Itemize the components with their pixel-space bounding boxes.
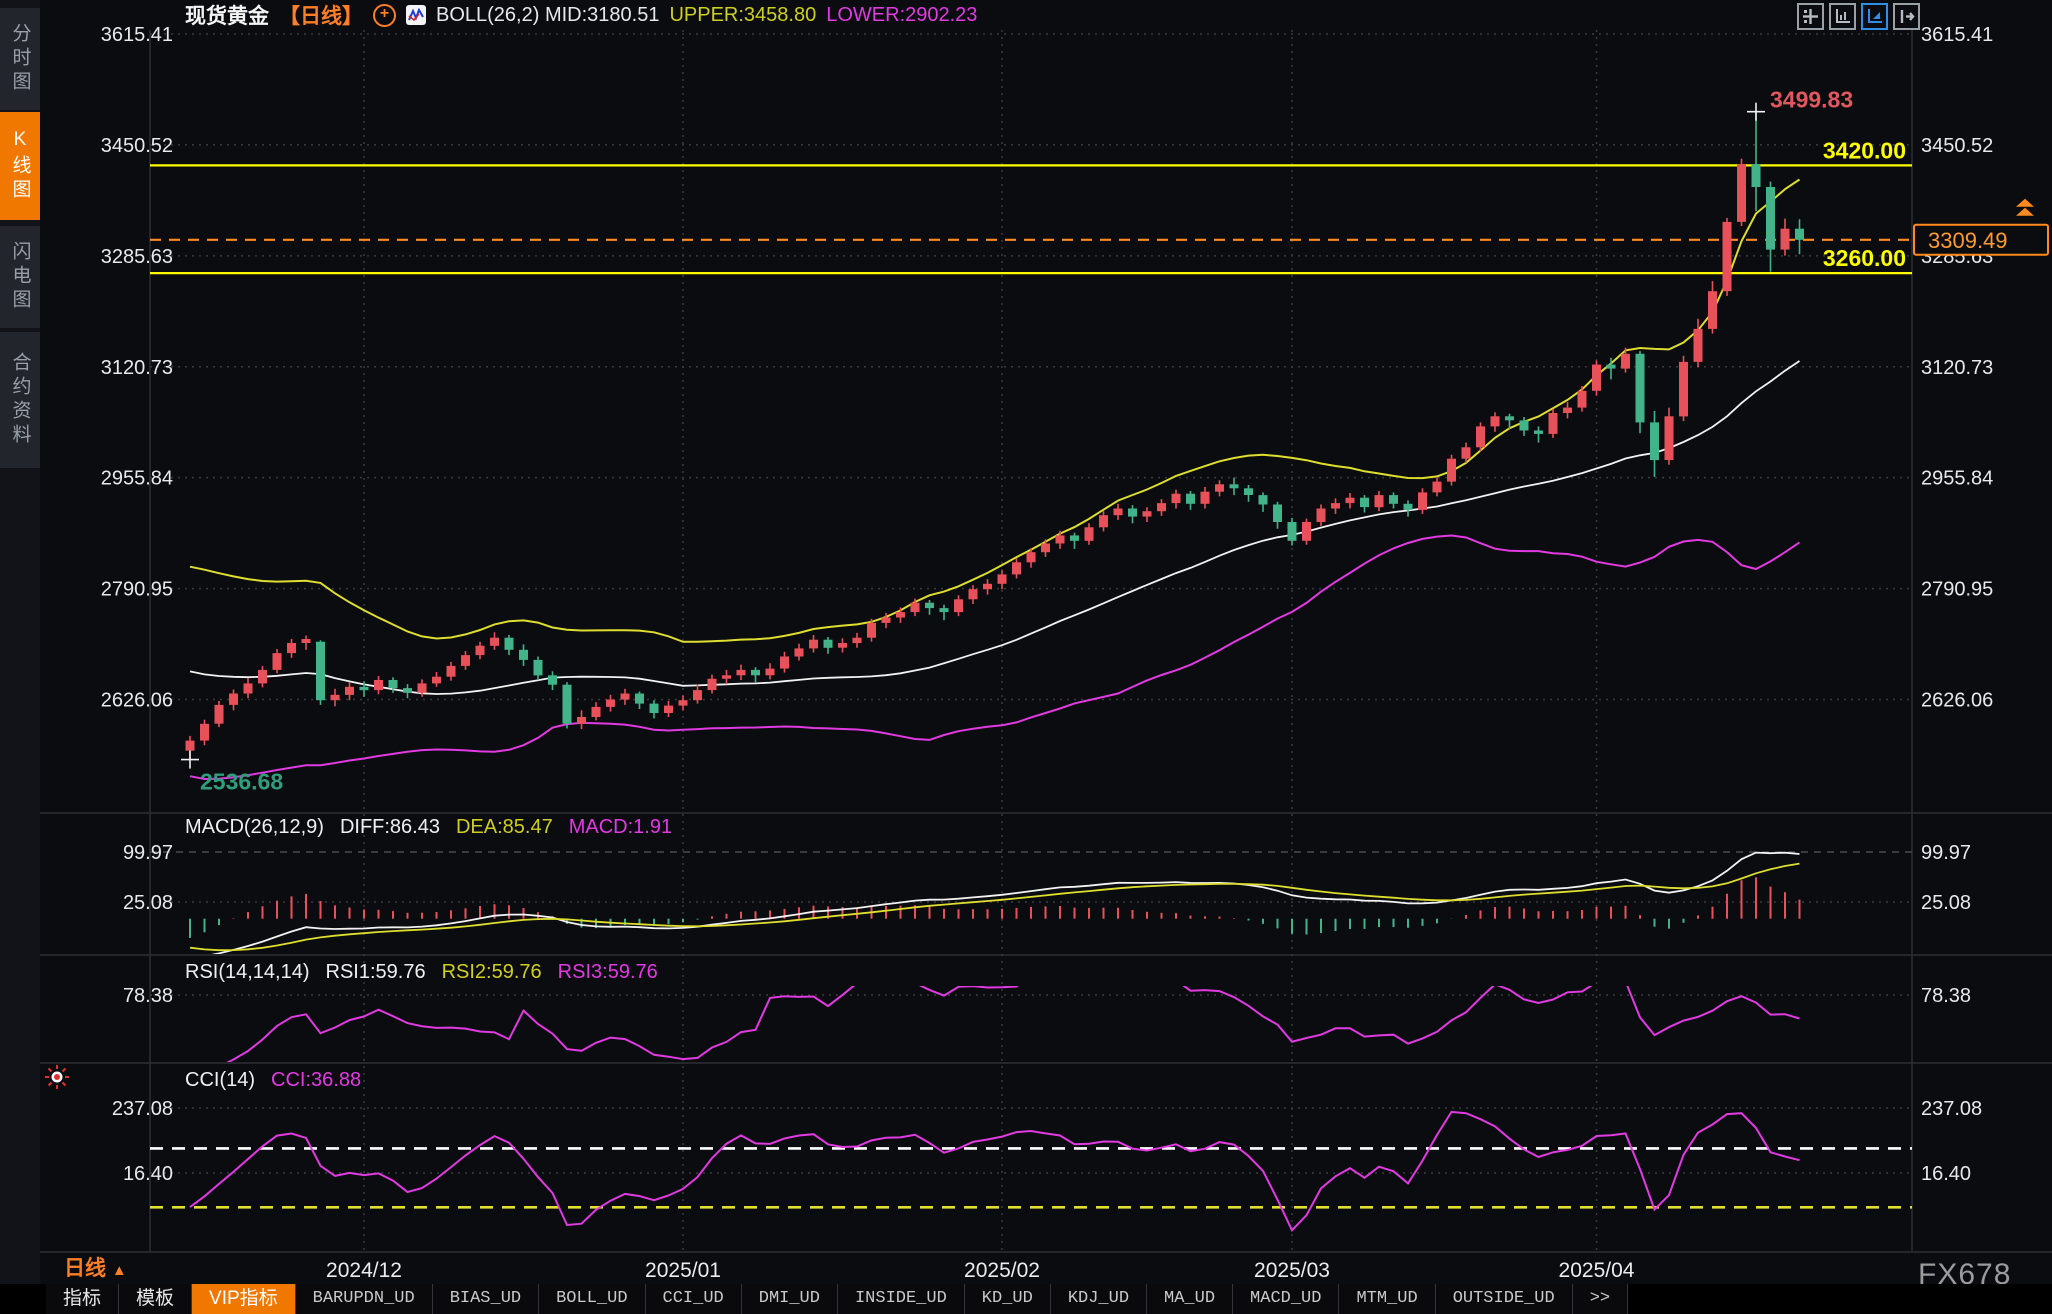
svg-text:3450.52: 3450.52 bbox=[101, 135, 173, 157]
svg-text:16.40: 16.40 bbox=[123, 1163, 173, 1185]
tab-bias-ud[interactable]: BIAS_UD bbox=[433, 1284, 539, 1314]
tab-template[interactable]: 模板 bbox=[119, 1284, 192, 1314]
chevron-up-icon: ▲ bbox=[112, 1262, 127, 1279]
svg-text:3615.41: 3615.41 bbox=[1921, 24, 1993, 46]
add-indicator-icon[interactable]: + bbox=[373, 4, 396, 27]
svg-text:78.38: 78.38 bbox=[123, 985, 173, 1007]
symbol-title: 现货黄金 bbox=[185, 0, 269, 30]
tab-boll-ud[interactable]: BOLL_UD bbox=[539, 1284, 645, 1314]
trading-app-window: { "header": { "title": "现货黄金", "period_t… bbox=[0, 0, 2052, 1314]
sidebar-item-kline-chart[interactable]: K线图 bbox=[0, 112, 40, 220]
rsi3-value: RSI3:59.76 bbox=[558, 961, 658, 984]
svg-text:3260.00: 3260.00 bbox=[1823, 245, 1906, 271]
tab-vip-indicator[interactable]: VIP指标 bbox=[192, 1284, 296, 1314]
svg-text:3309.49: 3309.49 bbox=[1928, 228, 2008, 253]
macd-macd-value: MACD:1.91 bbox=[569, 816, 672, 839]
indicator-tab-bar: 指标 模板 VIP指标 BARUPDN_UD BIAS_UD BOLL_UD C… bbox=[0, 1284, 2052, 1314]
svg-text:3285.63: 3285.63 bbox=[101, 246, 173, 268]
cci-value: CCI:36.88 bbox=[271, 1069, 361, 1092]
tab-kdj-ud[interactable]: KDJ_UD bbox=[1051, 1284, 1147, 1314]
svg-text:99.97: 99.97 bbox=[1921, 842, 1971, 864]
svg-text:2024/12: 2024/12 bbox=[326, 1259, 402, 1282]
svg-text:2955.84: 2955.84 bbox=[1921, 468, 1993, 490]
rsi1-value: RSI1:59.76 bbox=[326, 961, 426, 984]
macd-name-label: MACD(26,12,9) bbox=[185, 816, 324, 839]
svg-text:237.08: 237.08 bbox=[1921, 1098, 1982, 1120]
tab-barupdn-ud[interactable]: BARUPDN_UD bbox=[296, 1284, 433, 1314]
period-label: 日线 bbox=[64, 1257, 106, 1280]
tabbar-spacer bbox=[0, 1284, 46, 1314]
rsi2-value: RSI2:59.76 bbox=[442, 961, 542, 984]
svg-text:2025/01: 2025/01 bbox=[645, 1259, 721, 1282]
svg-text:2626.06: 2626.06 bbox=[1921, 690, 1993, 712]
chart-header: 现货黄金 【日线】 + BOLL(26,2) MID:3180.51 UPPER… bbox=[185, 2, 977, 28]
period-selector[interactable]: 日线 ▲ bbox=[64, 1252, 127, 1282]
sidebar-item-lightning-chart[interactable]: 闪电图 bbox=[0, 226, 40, 328]
svg-text:2025/04: 2025/04 bbox=[1559, 1259, 1635, 1282]
chart-type-sidebar: 分时图 K线图 闪电图 合约资料 bbox=[0, 0, 40, 1314]
svg-text:2955.84: 2955.84 bbox=[101, 468, 173, 490]
svg-text:3120.73: 3120.73 bbox=[1921, 357, 1993, 379]
svg-text:2025/03: 2025/03 bbox=[1254, 1259, 1330, 1282]
alert-icon[interactable] bbox=[44, 1064, 70, 1095]
cci-name-label: CCI(14) bbox=[185, 1069, 255, 1092]
boll-upper-label: UPPER:3458.80 bbox=[669, 4, 816, 27]
svg-text:3450.52: 3450.52 bbox=[1921, 135, 1993, 157]
svg-text:2790.95: 2790.95 bbox=[101, 579, 173, 601]
svg-text:3120.73: 3120.73 bbox=[101, 357, 173, 379]
svg-text:3615.41: 3615.41 bbox=[101, 24, 173, 46]
svg-text:2790.95: 2790.95 bbox=[1921, 579, 1993, 601]
boll-mid-label: BOLL(26,2) MID:3180.51 bbox=[436, 4, 659, 27]
layout-grid-icon[interactable] bbox=[1797, 3, 1824, 30]
tab-more[interactable]: >> bbox=[1573, 1284, 1628, 1314]
chart-toolbar bbox=[1797, 3, 1920, 30]
rsi-name-label: RSI(14,14,14) bbox=[185, 961, 310, 984]
tab-ma-ud[interactable]: MA_UD bbox=[1147, 1284, 1233, 1314]
cci-indicator-row: CCI(14) CCI:36.88 bbox=[185, 1069, 361, 1092]
svg-text:237.08: 237.08 bbox=[112, 1098, 173, 1120]
tab-dmi-ud[interactable]: DMI_UD bbox=[742, 1284, 838, 1314]
tab-outside-ud[interactable]: OUTSIDE_UD bbox=[1436, 1284, 1573, 1314]
tab-kd-ud[interactable]: KD_UD bbox=[965, 1284, 1051, 1314]
tab-indicator[interactable]: 指标 bbox=[46, 1284, 119, 1314]
svg-text:78.38: 78.38 bbox=[1921, 985, 1971, 1007]
macd-diff-value: DIFF:86.43 bbox=[340, 816, 440, 839]
svg-text:2536.68: 2536.68 bbox=[200, 769, 283, 795]
price-chart-canvas[interactable]: 3615.413615.413450.523450.523285.633285.… bbox=[0, 0, 2052, 1314]
rsi-indicator-row: RSI(14,14,14) RSI1:59.76 RSI2:59.76 RSI3… bbox=[185, 961, 658, 984]
svg-text:99.97: 99.97 bbox=[123, 842, 173, 864]
svg-text:25.08: 25.08 bbox=[1921, 892, 1971, 914]
macd-indicator-row: MACD(26,12,9) DIFF:86.43 DEA:85.47 MACD:… bbox=[185, 816, 672, 839]
svg-text:25.08: 25.08 bbox=[123, 892, 173, 914]
period-tag[interactable]: 【日线】 bbox=[279, 0, 363, 30]
boll-lower-label: LOWER:2902.23 bbox=[826, 4, 977, 27]
svg-text:16.40: 16.40 bbox=[1921, 1163, 1971, 1185]
tab-cci-ud[interactable]: CCI_UD bbox=[646, 1284, 742, 1314]
macd-dea-value: DEA:85.47 bbox=[456, 816, 553, 839]
sidebar-item-timeline-chart[interactable]: 分时图 bbox=[0, 8, 40, 110]
sidebar-item-contract-info[interactable]: 合约资料 bbox=[0, 332, 40, 468]
tab-macd-ud[interactable]: MACD_UD bbox=[1233, 1284, 1339, 1314]
svg-text:2025/02: 2025/02 bbox=[964, 1259, 1040, 1282]
jump-latest-icon[interactable] bbox=[1893, 3, 1920, 30]
svg-text:2626.06: 2626.06 bbox=[101, 690, 173, 712]
svg-text:3420.00: 3420.00 bbox=[1823, 137, 1906, 163]
tab-inside-ud[interactable]: INSIDE_UD bbox=[838, 1284, 965, 1314]
svg-text:3499.83: 3499.83 bbox=[1770, 87, 1853, 113]
tab-mtm-ud[interactable]: MTM_UD bbox=[1339, 1284, 1435, 1314]
indicator-logo-icon bbox=[406, 5, 426, 25]
axis-play-icon[interactable] bbox=[1861, 3, 1888, 30]
axis-scale-icon[interactable] bbox=[1829, 3, 1856, 30]
